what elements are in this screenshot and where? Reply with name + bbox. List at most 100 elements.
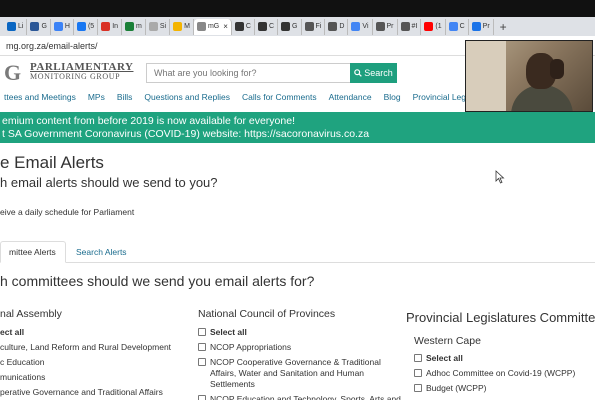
tab-search-alerts[interactable]: Search Alerts <box>68 241 135 263</box>
browser-tab[interactable]: C <box>232 18 255 35</box>
checkbox[interactable] <box>198 395 206 400</box>
tab-favicon-icon <box>448 22 458 31</box>
committee-checkbox-row[interactable]: munications <box>0 372 190 383</box>
daily-schedule-option[interactable]: eive a daily schedule for Parliament <box>0 207 134 217</box>
browser-tab-label: Pr <box>386 23 394 30</box>
checkbox-label: NCOP Appropriations <box>210 342 292 352</box>
committee-checkbox-row[interactable]: Budget (WCPP) <box>414 383 595 394</box>
browser-tab[interactable]: m <box>122 18 146 35</box>
browser-tab[interactable]: Pr <box>469 18 494 35</box>
tab-favicon-icon <box>328 22 338 31</box>
tab-favicon-icon <box>173 22 183 31</box>
checkbox[interactable] <box>414 369 422 377</box>
browser-tab[interactable]: D <box>325 18 349 35</box>
browser-tab-label: m <box>136 23 142 30</box>
nav-link[interactable]: Calls for Comments <box>242 92 317 102</box>
browser-tab-strip: Li G H (5 In m Si MmG × C C G Fi D Vi Pr #I (1 C Pr + <box>0 17 595 36</box>
tab-favicon-icon <box>234 22 244 31</box>
tab-favicon-icon <box>471 22 481 31</box>
browser-tab[interactable]: H <box>51 18 74 35</box>
tab-favicon-icon <box>375 22 385 31</box>
tab-committee-alerts[interactable]: mittee Alerts <box>0 241 66 263</box>
checkbox[interactable] <box>198 328 206 336</box>
search-icon <box>354 69 363 77</box>
browser-tab[interactable]: C <box>446 18 469 35</box>
tab-favicon-icon <box>30 22 40 31</box>
browser-tab[interactable]: Vi <box>348 18 373 35</box>
nav-link[interactable]: ttees and Meetings <box>4 92 76 102</box>
page-title: e Email Alerts <box>0 153 104 172</box>
checkbox[interactable] <box>198 343 206 351</box>
nav-link[interactable]: Blog <box>384 92 401 102</box>
checkbox[interactable] <box>414 354 422 362</box>
browser-tab[interactable]: #I <box>398 18 422 35</box>
logo-subtitle[interactable]: MONITORING GROUP <box>30 72 120 81</box>
logo-mark[interactable]: G <box>4 60 21 86</box>
tab-favicon-icon <box>196 22 206 31</box>
browser-tab-label: (5 <box>87 23 95 30</box>
browser-tab[interactable]: Si <box>146 18 171 35</box>
tab-favicon-icon <box>76 22 86 31</box>
tab-favicon-icon <box>125 22 135 31</box>
browser-tab-label: #I <box>411 23 418 30</box>
nav-link[interactable]: MPs <box>88 92 105 102</box>
url-text[interactable]: mg.org.za/email-alerts/ <box>6 41 98 51</box>
committee-checkbox-row[interactable]: c Education <box>0 357 190 368</box>
mouse-cursor-icon <box>495 170 505 184</box>
search-button[interactable]: Search <box>350 63 397 83</box>
browser-tab[interactable]: (5 <box>74 18 99 35</box>
browser-tab[interactable]: mG × <box>193 18 232 35</box>
checkbox-label: Select all <box>210 327 247 337</box>
nav-link[interactable]: Attendance <box>329 92 372 102</box>
committee-checkbox-row[interactable]: NCOP Cooperative Governance & Traditiona… <box>198 357 398 390</box>
national-assembly-column: nal Assembly ect all culture, Land Reform… <box>0 308 190 400</box>
browser-tab[interactable]: Fi <box>302 18 326 35</box>
committee-checkbox-row[interactable]: culture, Land Reform and Rural Developme… <box>0 342 190 353</box>
select-all-checkbox-row[interactable]: Select all <box>198 327 398 338</box>
browser-tab-label: Vi <box>362 23 369 30</box>
tab-favicon-icon <box>424 22 434 31</box>
browser-tab[interactable]: C <box>255 18 279 35</box>
browser-tab-label: C <box>245 23 251 30</box>
banner-line-1: emium content from before 2019 is now av… <box>2 115 295 127</box>
tab-favicon-icon <box>351 22 361 31</box>
select-all-checkbox-row[interactable]: ect all <box>0 327 190 338</box>
browser-tab[interactable]: In <box>98 18 123 35</box>
browser-tab-label: H <box>64 23 70 30</box>
banner-line-2[interactable]: t SA Government Coronavirus (COVID-19) w… <box>2 128 595 141</box>
committee-checkbox-row[interactable]: NCOP Education and Technology, Sports, A… <box>198 394 401 400</box>
checkbox-label: ect all <box>0 327 25 337</box>
committee-checkbox-row[interactable]: NCOP Appropriations <box>198 342 398 353</box>
announcement-banner: emium content from before 2019 is now av… <box>0 112 595 143</box>
checkbox-label: Select all <box>426 353 463 363</box>
ncop-column: National Council of Provinces Select all… <box>198 308 401 400</box>
browser-tab-label: C <box>268 23 275 30</box>
browser-tab[interactable]: M <box>170 18 194 35</box>
checkbox[interactable] <box>414 384 422 392</box>
browser-tab[interactable]: G <box>278 18 302 35</box>
browser-tab[interactable]: Li <box>4 18 28 35</box>
search-input[interactable] <box>146 63 350 83</box>
provincial-legislatures-column: Provincial Legislatures Committee Wester… <box>406 308 595 398</box>
tab-favicon-icon <box>304 22 314 31</box>
national-assembly-heading: nal Assembly <box>0 308 62 320</box>
new-tab-button[interactable]: + <box>494 20 513 34</box>
browser-tab[interactable]: Pr <box>373 18 398 35</box>
checkbox[interactable] <box>198 358 206 366</box>
browser-tab-label: Pr <box>482 23 490 30</box>
committee-checkbox-row[interactable]: perative Governance and Traditional Affa… <box>0 387 190 398</box>
browser-tab-label: Li <box>18 23 24 30</box>
browser-tab-label: Fi <box>315 23 322 30</box>
window-top-bar <box>0 0 595 17</box>
close-tab-icon[interactable]: × <box>223 22 228 31</box>
tab-favicon-icon <box>281 22 291 31</box>
nav-link[interactable]: Questions and Replies <box>144 92 230 102</box>
provincial-heading: Provincial Legislatures Committee <box>406 310 595 325</box>
tab-favicon-icon <box>400 22 410 31</box>
committee-checkbox-row[interactable]: Adhoc Committee on Covid-19 (WCPP) <box>414 368 595 379</box>
browser-tab[interactable]: G <box>27 18 51 35</box>
select-all-checkbox-row[interactable]: Select all <box>414 353 595 364</box>
checkbox-label: Budget (WCPP) <box>426 383 487 393</box>
browser-tab[interactable]: (1 <box>421 18 446 35</box>
nav-link[interactable]: Bills <box>117 92 133 102</box>
